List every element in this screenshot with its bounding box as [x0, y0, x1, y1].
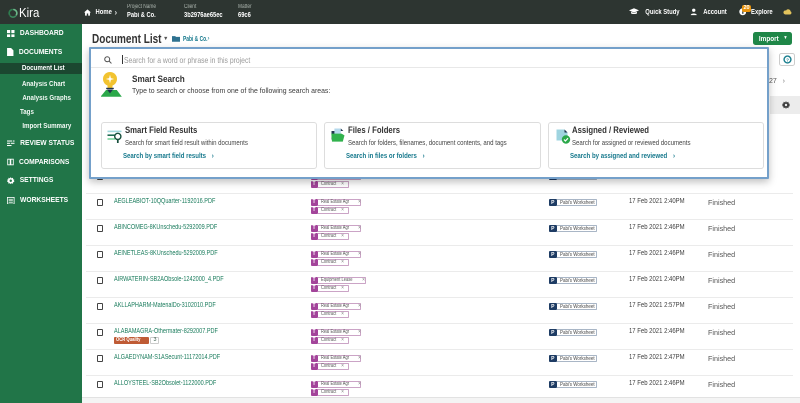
svg-text:?: ?	[786, 57, 789, 62]
